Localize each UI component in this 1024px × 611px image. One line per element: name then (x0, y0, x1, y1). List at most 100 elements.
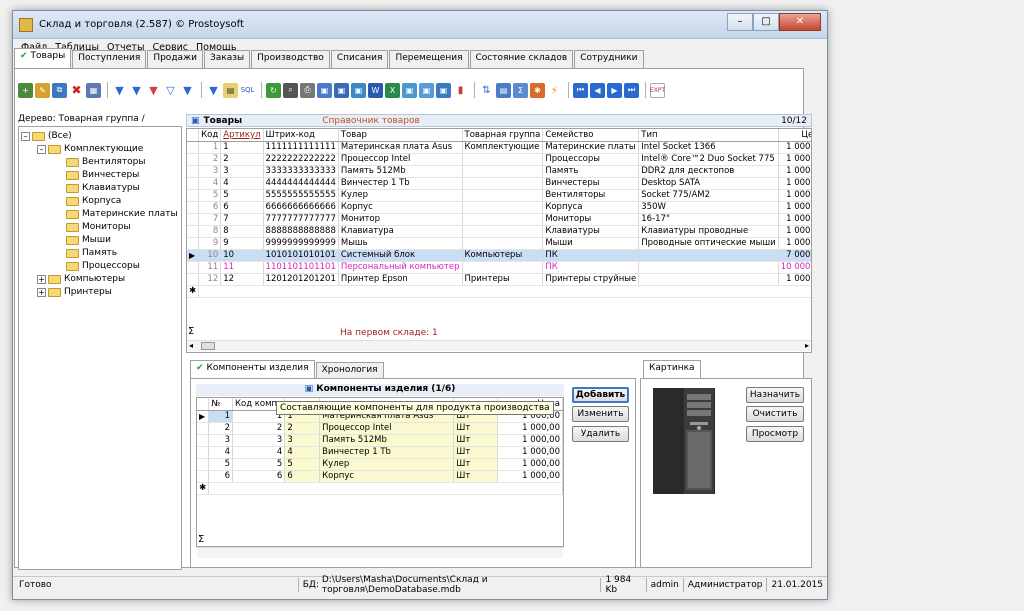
tree-root[interactable]: – (Все) (21, 131, 72, 141)
delete-icon[interactable]: ✖ (69, 82, 84, 98)
tree-item[interactable]: Винчестеры (66, 170, 139, 180)
tab-transfers[interactable]: Перемещения (389, 50, 469, 68)
tree-item[interactable]: Корпуса (66, 196, 121, 206)
tab-orders[interactable]: Заказы (204, 50, 251, 68)
col-code[interactable]: Код (198, 129, 222, 142)
close-button[interactable]: ✕ (779, 12, 821, 31)
component-row[interactable]: 2 2 2 Процессор Intel Шт 1 000,00 (197, 422, 563, 435)
chart-icon[interactable]: ▮ (453, 82, 468, 98)
scroll-thumb[interactable] (201, 342, 215, 350)
tab-employees[interactable]: Сотрудники (574, 50, 644, 68)
tab-goods[interactable]: ✔ Товары (14, 48, 72, 68)
table-row[interactable]: 8 8 8888888888888 Клавиатура Клавиатуры Клави… (187, 225, 811, 238)
tree-group-computers[interactable]: + Компьютеры (37, 274, 125, 284)
refresh-icon[interactable]: ↻ (266, 82, 281, 98)
preview-icon[interactable]: ▣ (317, 82, 332, 98)
edit-icon[interactable]: ✎ (35, 82, 50, 98)
sum-icon[interactable]: Σ (513, 82, 528, 98)
lightning-icon[interactable]: ⚡ (547, 82, 562, 98)
col-barcode[interactable]: Штрих-код (263, 129, 339, 142)
minimize-button[interactable]: – (727, 12, 753, 31)
table-row[interactable]: 12 12 1201201201201 Принтер Epson Принтеры Пр… (187, 273, 811, 286)
filter-icon[interactable]: ▼ (112, 82, 127, 98)
word-icon[interactable]: W (368, 82, 383, 98)
tree-item[interactable]: Вентиляторы (66, 157, 145, 167)
col-group[interactable]: Товарная группа (462, 129, 544, 142)
scroll-left-icon[interactable]: ◂ (189, 341, 193, 350)
export-data-icon[interactable]: EXPT (650, 82, 665, 98)
find-icon[interactable]: ⌕ (283, 82, 298, 98)
component-row[interactable]: 5 5 5 Кулер Шт 1 000,00 (197, 458, 563, 471)
sort-asc-icon[interactable]: ⇅ (479, 82, 494, 98)
group-tree[interactable]: – (Все) – Комплектующие Вентиляторы Винчес… (18, 126, 182, 570)
component-row[interactable]: 6 6 6 Корпус Шт 1 000,00 (197, 470, 563, 483)
print-icon[interactable]: ⎙ (300, 82, 315, 98)
horizontal-scrollbar[interactable]: ◂ ▸ (187, 340, 811, 351)
assign-picture-button[interactable]: Назначить (746, 387, 804, 403)
xml-icon[interactable]: ▣ (436, 82, 451, 98)
title-bar[interactable]: Склад и торговля (2.587) © Prostoysoft –… (13, 11, 827, 39)
col-article[interactable]: Артикул (220, 129, 264, 142)
add-button[interactable]: Добавить (572, 387, 629, 403)
filter-add-icon[interactable]: ▼ (129, 82, 144, 98)
col-family[interactable]: Семейство (542, 129, 640, 142)
tab-receipts[interactable]: Поступления (72, 50, 147, 68)
clear-picture-button[interactable]: Очистить (746, 406, 804, 422)
col-product[interactable]: Товар (338, 129, 463, 142)
table-row[interactable]: 7 7 7777777777777 Монитор Мониторы 16-17" 1 00… (187, 213, 811, 226)
components-grid[interactable]: № Код компо Цена ▶111Материнская плата A… (196, 397, 564, 547)
goods-grid[interactable]: Код Артикул Штрих-код Товар Товарная гру… (186, 128, 812, 353)
settings-icon[interactable]: ✱ (530, 82, 545, 98)
delete-button[interactable]: Удалить (572, 426, 629, 442)
picture-icon[interactable]: ▣ (419, 82, 434, 98)
tab-picture[interactable]: Картинка (643, 360, 701, 380)
table-row[interactable]: 11 11 1101101101101 Персональный компьютер П… (187, 261, 811, 274)
tab-production[interactable]: Производство (251, 50, 330, 68)
export-icon[interactable]: ▣ (351, 82, 366, 98)
next-record-icon[interactable]: ▶ (607, 82, 622, 98)
copy-icon[interactable]: ⧉ (52, 82, 67, 98)
tab-stock-state[interactable]: Состояние складов (469, 50, 574, 68)
maximize-button[interactable]: □ (753, 12, 779, 31)
tab-components[interactable]: ✔ Компоненты изделия (190, 360, 315, 380)
tree-item[interactable]: Мониторы (66, 222, 131, 232)
new-row[interactable]: ✱ (197, 482, 563, 495)
excel-icon[interactable]: X (385, 82, 400, 98)
grid-icon[interactable]: ▤ (223, 82, 238, 98)
tree-item[interactable]: Материнские платы (66, 209, 178, 219)
new-row[interactable]: ✱ (187, 285, 811, 298)
view-picture-button[interactable]: Просмотр (746, 426, 804, 442)
filter-sort-icon[interactable]: ▼ (206, 82, 221, 98)
tree-item[interactable]: Процессоры (66, 261, 140, 271)
tab-writeoffs[interactable]: Списания (330, 50, 389, 68)
col-price[interactable]: Цена (778, 129, 811, 142)
edit-button[interactable]: Изменить (572, 406, 629, 422)
report-icon[interactable]: ▣ (334, 82, 349, 98)
filter-remove-icon[interactable]: ▼ (180, 82, 195, 98)
columns-icon[interactable]: ▤ (496, 82, 511, 98)
first-record-icon[interactable]: ⏮ (573, 82, 588, 98)
html-icon[interactable]: ▣ (402, 82, 417, 98)
components-scrollbar[interactable] (197, 547, 563, 558)
filter-edit-icon[interactable]: ▽ (163, 82, 178, 98)
table-row[interactable]: 5 5 5555555555555 Кулер Вентиляторы Socket 77… (187, 189, 811, 202)
component-row[interactable]: 4 4 4 Винчестер 1 Tb Шт 1 000,00 (197, 446, 563, 459)
table-row[interactable]: 9 9 9999999999999 Мышь Мыши Проводные оптичес… (187, 237, 811, 250)
tree-group-components[interactable]: – Комплектующие (37, 144, 143, 154)
tree-item[interactable]: Мыши (66, 235, 111, 245)
component-row[interactable]: 3 3 3 Память 512Mb Шт 1 000,00 (197, 434, 563, 447)
tree-item[interactable]: Память (66, 248, 117, 258)
prev-record-icon[interactable]: ◀ (590, 82, 605, 98)
last-record-icon[interactable]: ⏭ (624, 82, 639, 98)
col-num[interactable]: № (208, 398, 233, 411)
table-row[interactable]: 3 3 3333333333333 Память 512Mb Память DDR2 дл… (187, 165, 811, 178)
table-row[interactable]: 2 2 2222222222222 Процессор Intel Процессоры… (187, 153, 811, 166)
filter-clear-icon[interactable]: ▼ (146, 82, 161, 98)
tree-item[interactable]: Клавиатуры (66, 183, 140, 193)
table-row[interactable]: 1 1 1111111111111 Материнская плата Asus Ком… (187, 141, 811, 154)
tab-sales[interactable]: Продажи (147, 50, 204, 68)
sql-icon[interactable]: SQL (240, 82, 255, 98)
table-row[interactable]: 666666666666666КорпусКорпуса350W1 000,00 (187, 201, 811, 214)
add-icon[interactable]: + (18, 82, 33, 98)
scroll-right-icon[interactable]: ▸ (805, 341, 809, 350)
